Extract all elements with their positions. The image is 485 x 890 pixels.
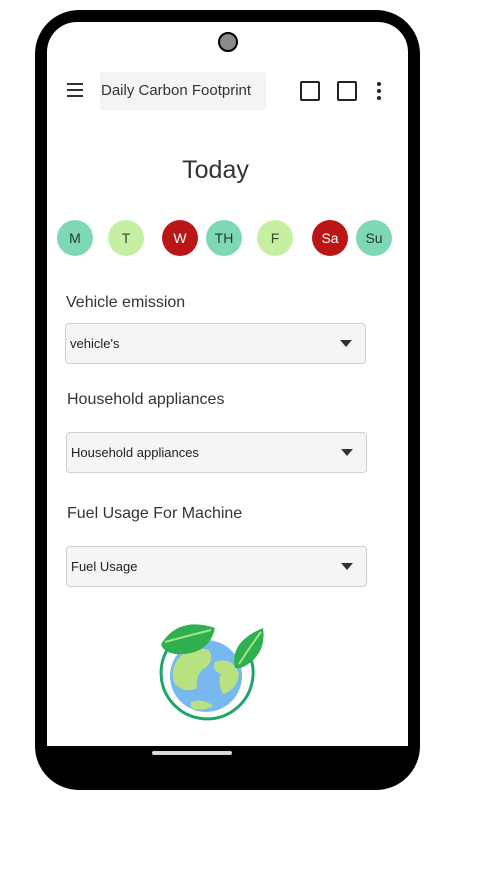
square-icon[interactable] <box>300 81 320 101</box>
app-bar: Daily Carbon Footprint <box>47 72 408 112</box>
household-appliances-label: Household appliances <box>67 391 225 408</box>
fuel-usage-label: Fuel Usage For Machine <box>67 505 243 522</box>
hamburger-icon[interactable] <box>67 83 83 97</box>
day-sunday[interactable]: Su <box>356 220 392 256</box>
fuel-select-value: Fuel Usage <box>71 559 138 574</box>
vehicle-select[interactable]: vehicle's <box>65 323 366 364</box>
fuel-select[interactable]: Fuel Usage <box>66 546 367 587</box>
home-indicator[interactable] <box>152 751 232 755</box>
day-tuesday[interactable]: T <box>108 220 144 256</box>
earth-with-leaves-icon <box>159 624 264 721</box>
more-vert-icon[interactable] <box>373 82 385 102</box>
page-title: Today <box>182 156 249 184</box>
phone-frame: Daily Carbon Footprint Today M T W TH F … <box>35 10 420 790</box>
app-title: Daily Carbon Footprint <box>100 72 266 110</box>
day-monday[interactable]: M <box>57 220 93 256</box>
dropdown-arrow-icon <box>341 449 353 456</box>
household-select[interactable]: Household appliances <box>66 432 367 473</box>
dropdown-arrow-icon <box>340 340 352 347</box>
app-screen: Daily Carbon Footprint Today M T W TH F … <box>47 22 408 746</box>
vehicle-emission-label: Vehicle emission <box>66 294 186 311</box>
household-select-value: Household appliances <box>71 445 199 460</box>
day-wednesday[interactable]: W <box>162 220 198 256</box>
day-saturday[interactable]: Sa <box>312 220 348 256</box>
day-thursday[interactable]: TH <box>206 220 242 256</box>
vehicle-select-value: vehicle's <box>70 336 120 351</box>
front-camera <box>218 32 238 52</box>
square-icon[interactable] <box>337 81 357 101</box>
dropdown-arrow-icon <box>341 563 353 570</box>
day-friday[interactable]: F <box>257 220 293 256</box>
